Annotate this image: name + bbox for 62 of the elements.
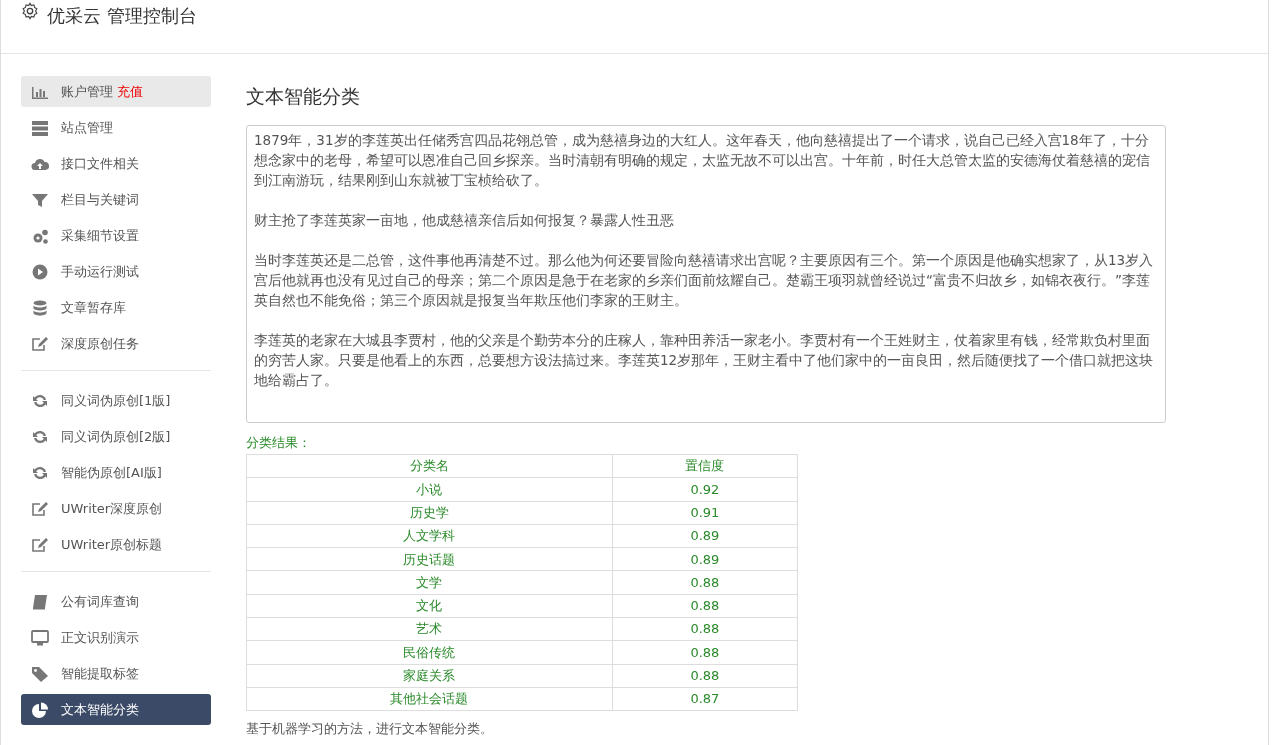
table-cell: 艺术 xyxy=(246,617,613,641)
sidebar-item[interactable]: 采集细节设置 xyxy=(21,220,211,251)
table-cell: 人文学科 xyxy=(246,524,613,548)
sidebar-item[interactable]: 栏目与关键词 xyxy=(21,184,211,215)
table-cell: 文学 xyxy=(246,571,613,595)
filter-icon xyxy=(31,191,49,208)
sidebar-item[interactable]: 智能伪原创[AI版] xyxy=(21,457,211,488)
table-cell: 0.91 xyxy=(612,501,798,525)
refresh-icon xyxy=(31,464,49,481)
sidebar-item[interactable]: 文本智能分类 xyxy=(21,694,211,725)
sidebar-item[interactable]: UWriter深度原创 xyxy=(21,493,211,524)
table-cell: 0.88 xyxy=(612,640,798,665)
sidebar-item[interactable]: 同义词伪原创[1版] xyxy=(21,385,211,416)
column-header: 置信度 xyxy=(612,454,798,478)
table-cell: 0.89 xyxy=(612,547,798,571)
refresh-icon xyxy=(31,392,49,409)
page-title: 优采云 管理控制台 xyxy=(47,4,197,28)
sidebar-item[interactable]: 公有词库查询 xyxy=(21,586,211,617)
description-text: 基于机器学习的方法，进行文本智能分类。 xyxy=(246,720,494,739)
table-cell: 文化 xyxy=(246,594,613,618)
settings-icon xyxy=(21,2,39,20)
table-cell: 小说 xyxy=(246,477,613,502)
table-cell: 历史学 xyxy=(246,501,613,525)
table-cell: 0.88 xyxy=(612,571,798,595)
book-icon xyxy=(31,593,49,610)
table-cell: 0.92 xyxy=(612,477,798,502)
menu-label: 账户管理 xyxy=(61,82,113,101)
column-header: 分类名 xyxy=(246,454,613,478)
table-cell: 0.87 xyxy=(612,687,798,711)
sidebar-item[interactable]: 同义词伪原创[2版] xyxy=(21,421,211,452)
table-cell: 其他社会话题 xyxy=(246,687,613,711)
play-icon xyxy=(31,263,49,280)
sidebar-item[interactable]: 文章暂存库 xyxy=(21,292,211,323)
edit-icon xyxy=(31,536,49,553)
section-heading: 文本智能分类 xyxy=(246,84,361,109)
table-cell: 民俗传统 xyxy=(246,640,613,665)
table-cell: 历史话题 xyxy=(246,547,613,571)
sidebar-item[interactable]: 账户管理 充值 xyxy=(21,76,211,107)
edit-icon xyxy=(31,500,49,517)
tag-icon xyxy=(31,665,49,682)
sidebar-item[interactable]: 深度原创任务 xyxy=(21,328,211,359)
result-label: 分类结果： xyxy=(246,433,312,452)
sidebar-item[interactable]: UWriter原创标题 xyxy=(21,529,211,560)
text-input-field[interactable]: 1879年，31岁的李莲英出任储秀宫四品花翎总管，成为慈禧身边的大红人。这年春天，他向慈禧提出了一个请求，说自己已经入宫18年了，十分想念家中的老母，希望可以恩准自己回乡探亲。当时清朝有明确的规定，太监无故不可以出宫。十年前，时任大总管太监的安德海仗着慈禧的宠信到江南游玩，结果刚到山东就被丁宝桢给砍了。 财主抢了李莲英家一亩地，他成慈禧亲信后如何报复？暴露人性丑恶 当时李莲英还是二总管，这件事他再清楚不过。那么他为何还要冒险向慈禧请求出宫呢？主要原因有三个。第一个原因是他确实想家了，从13岁入宫后他就再也没有见过自己的母亲；第二个原因是急于在老家的乡亲们面前炫耀自己。楚霸王项羽就曾经说过“富贵不归故乡，如锦衣夜行。”李莲英自然也不能免俗；第三个原因就是报复当年欺压他们李家的王财主。 李莲英的老家在大城县李贾村，他的父亲是个勤劳本分的庄稼人，靠种田养活一家老小。李贾村有一个王姓财主，仗着家里有钱，经常欺负村里面的穷苦人家。只要是他看上的东西，总要想方设法搞过来。李莲英12岁那年，王财主看中了他们家中的一亩良田，然后随便找了一个借口就把这块地给霸占了。 xyxy=(246,124,1166,423)
pie-chart-icon xyxy=(31,701,49,718)
refresh-icon xyxy=(31,428,49,445)
database-icon xyxy=(31,299,49,316)
table-cell: 0.88 xyxy=(612,617,798,641)
monitor-icon xyxy=(31,629,49,646)
sidebar-item[interactable]: 智能提取标签 xyxy=(21,658,211,689)
recharge-link[interactable]: 充值 xyxy=(117,81,143,102)
gears-icon xyxy=(31,227,49,244)
table-cell: 0.89 xyxy=(612,524,798,548)
sidebar-item[interactable]: 站点管理 xyxy=(21,112,211,143)
edit-icon xyxy=(31,335,49,352)
table-cell: 0.88 xyxy=(612,594,798,618)
table-cell: 0.88 xyxy=(612,664,798,688)
sidebar-item[interactable]: 接口文件相关 xyxy=(21,148,211,179)
sidebar-item[interactable]: 手动运行测试 xyxy=(21,256,211,287)
server-icon xyxy=(31,119,49,136)
sidebar-item[interactable]: 正文识别演示 xyxy=(21,622,211,653)
table-cell: 家庭关系 xyxy=(246,664,613,688)
